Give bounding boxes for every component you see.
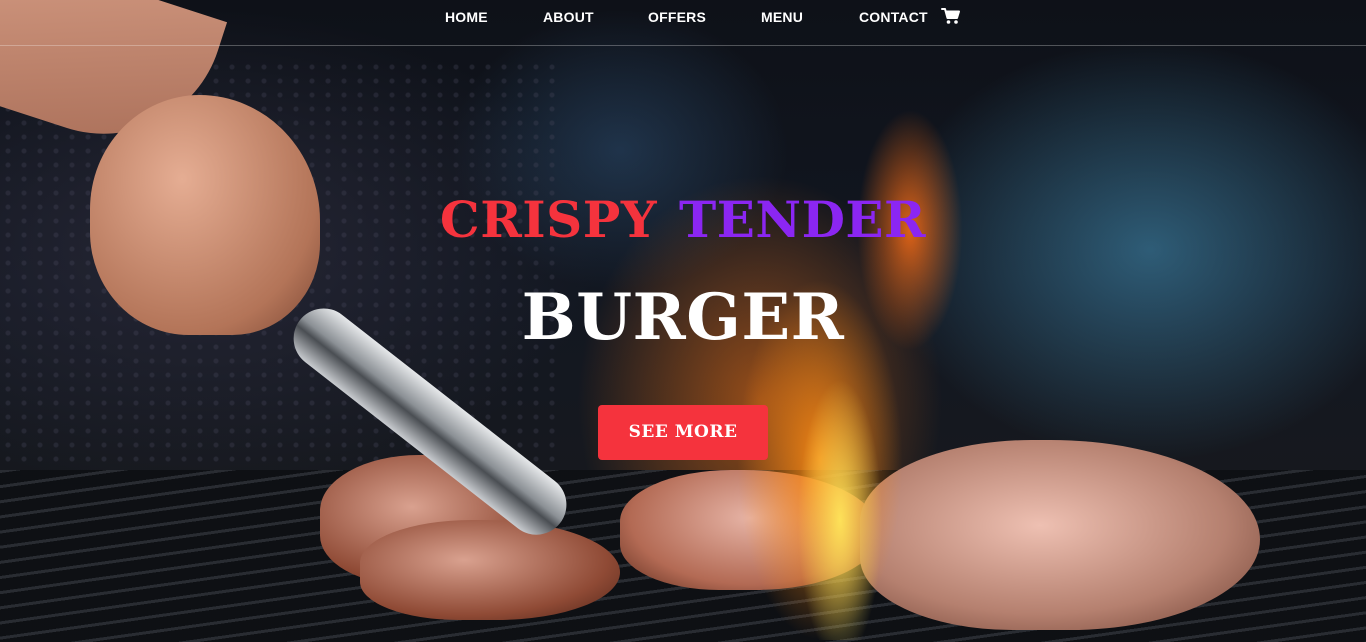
hero-content: CRISPY TENDER BURGER SEE MORE [0, 0, 1366, 642]
see-more-button[interactable]: SEE MORE [598, 405, 768, 460]
title-word-crispy: CRISPY [439, 190, 658, 249]
hero-title-line1: CRISPY TENDER [0, 188, 1366, 252]
title-word-tender: TENDER [679, 190, 927, 249]
hero-title-burger: BURGER [521, 280, 845, 355]
